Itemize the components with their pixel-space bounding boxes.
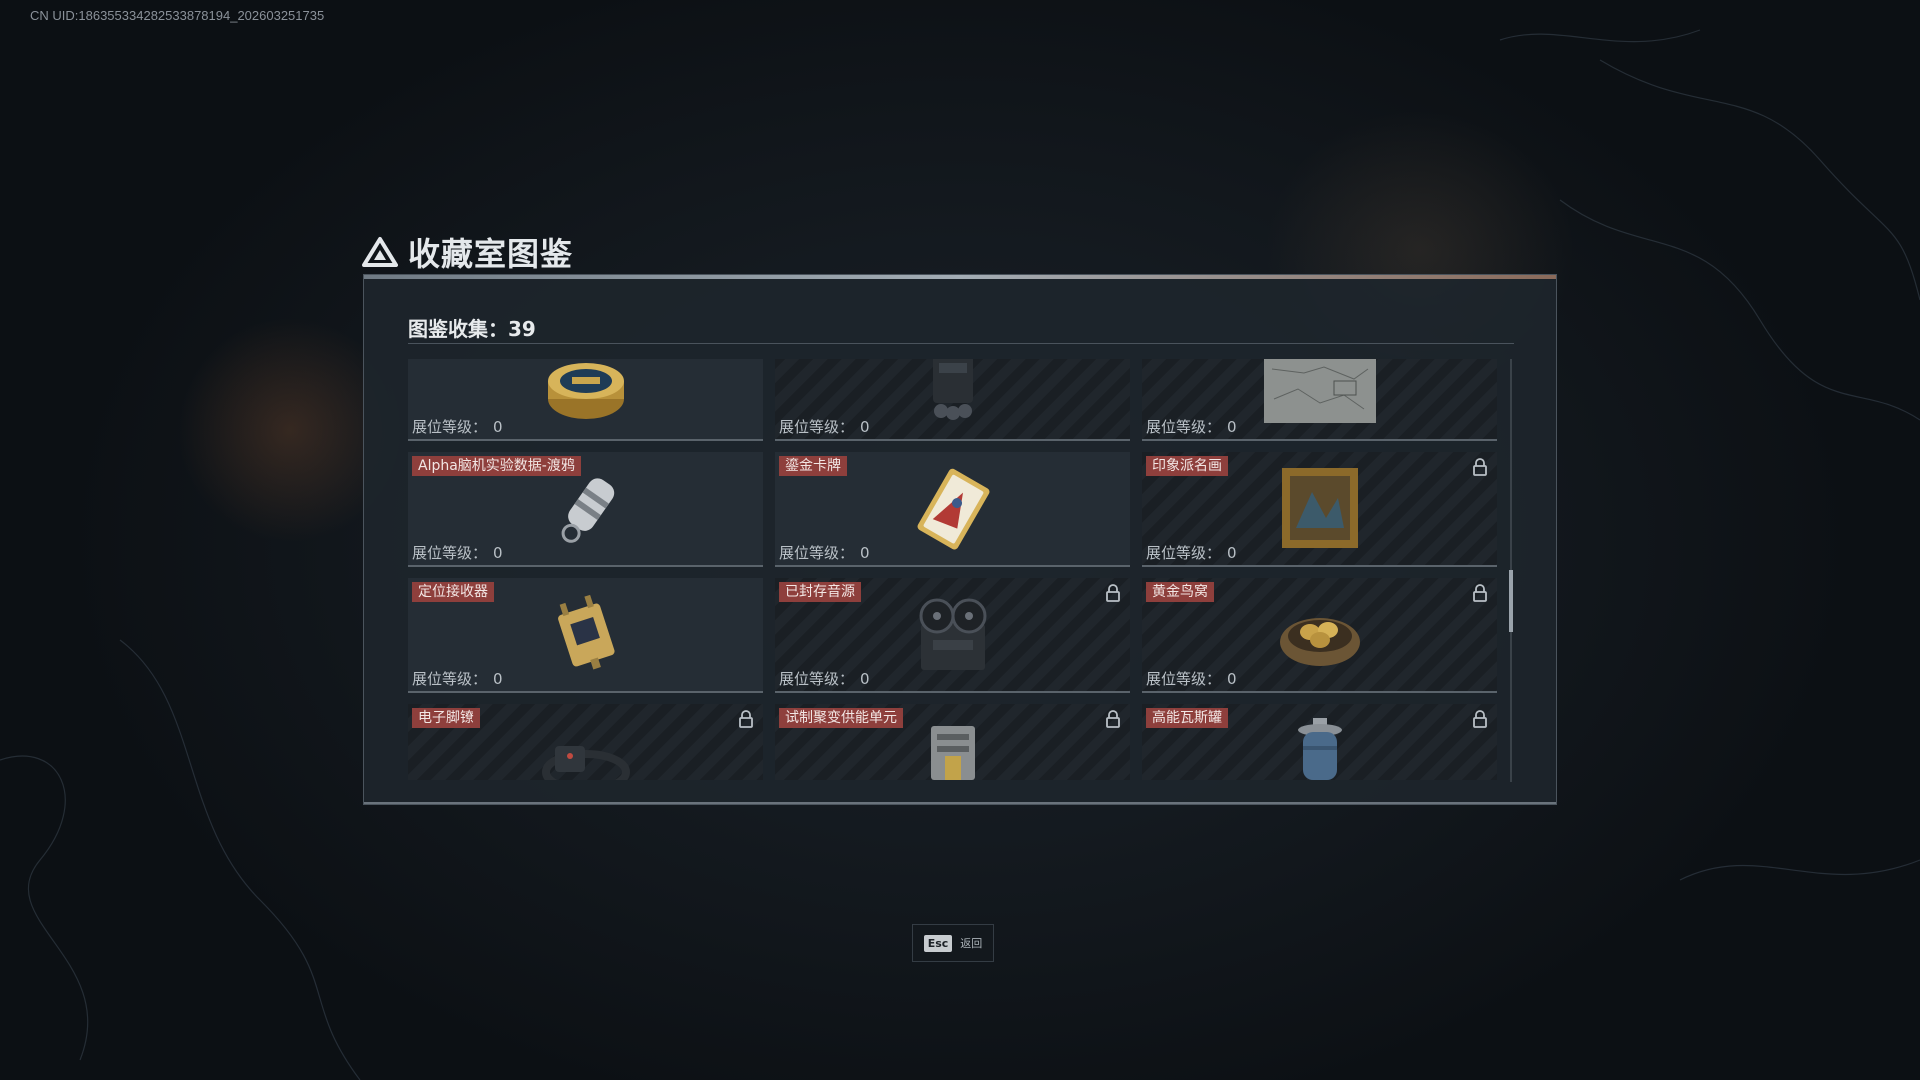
item-card[interactable]: 展位等级： 0 [408, 359, 763, 441]
booth-level: 展位等级： 0 [1146, 542, 1237, 563]
booth-level-value: 0 [1227, 418, 1237, 436]
booth-level-label: 展位等级： [412, 418, 488, 436]
caviar-tin-icon [547, 363, 624, 419]
esc-key-icon: Esc [923, 934, 953, 952]
data-capsule-icon [561, 478, 614, 543]
item-grid-viewport[interactable]: 展位等级： 0 展位等级： 0 展位等级： 0 Alpha脑机实验数据-渡鸦 展… [408, 359, 1504, 782]
item-card[interactable]: 鎏金卡牌 展位等级： 0 [775, 452, 1130, 567]
gas-canister-icon [1297, 718, 1342, 780]
page-title: 收藏室图鉴 [408, 235, 574, 273]
item-card[interactable]: 定位接收器 展位等级： 0 [408, 578, 763, 693]
item-card[interactable]: 印象派名画 展位等级： 0 [1142, 452, 1497, 567]
booth-level: 展位等级： 0 [779, 542, 870, 563]
item-card[interactable]: 高能瓦斯罐 [1142, 704, 1497, 780]
lock-icon [1473, 584, 1487, 602]
booth-level: 展位等级： 0 [412, 542, 503, 563]
user-uid-text: CN UID:18635533428253387819​4_2026032517… [30, 8, 325, 23]
map-icon [1263, 359, 1376, 423]
booth-level-label: 展位等级： [1146, 418, 1222, 436]
item-card[interactable]: 展位等级： 0 [775, 359, 1130, 441]
collection-panel: 图鉴收集：39 展位等级： 0 展位等级： 0 展位等级： 0 Alpha脑机实… [363, 274, 1557, 805]
triangle-logo-icon [362, 237, 398, 267]
painting-icon [1281, 468, 1358, 548]
reel-recorder-icon [919, 598, 986, 670]
grid-scrollbar[interactable] [1509, 359, 1513, 782]
booth-level-label: 展位等级： [1146, 670, 1222, 688]
item-card[interactable]: 展位等级： 0 [1142, 359, 1497, 441]
receiver-icon [557, 594, 615, 670]
golden-nest-icon [1279, 618, 1360, 666]
item-grid: 展位等级： 0 展位等级： 0 展位等级： 0 Alpha脑机实验数据-渡鸦 展… [408, 359, 1497, 780]
lock-icon [1106, 584, 1120, 602]
item-name: 黄金鸟窝 [1146, 582, 1214, 602]
booth-level-value: 0 [493, 544, 503, 562]
panel-top-accent [364, 275, 1556, 279]
item-name: 试制聚变供能单元 [779, 708, 903, 728]
item-card[interactable]: 电子脚镣 [408, 704, 763, 780]
gold-card-icon [917, 468, 989, 550]
item-card[interactable]: 试制聚变供能单元 [775, 704, 1130, 780]
booth-level-label: 展位等级： [412, 544, 488, 562]
booth-level-label: 展位等级： [412, 670, 488, 688]
booth-level-label: 展位等级： [779, 418, 855, 436]
item-name: 印象派名画 [1146, 456, 1228, 476]
booth-level-value: 0 [1227, 544, 1237, 562]
collection-count: 图鉴收集：39 [408, 317, 536, 341]
booth-level-label: 展位等级： [779, 544, 855, 562]
item-name: 已封存音源 [779, 582, 861, 602]
booth-level: 展位等级： 0 [779, 416, 870, 437]
booth-level: 展位等级： 0 [779, 668, 870, 689]
booth-level: 展位等级： 0 [1146, 416, 1237, 437]
ankle-monitor-icon [541, 746, 630, 780]
booth-level-value: 0 [1227, 670, 1237, 688]
booth-level: 展位等级： 0 [412, 416, 503, 437]
booth-level-value: 0 [493, 670, 503, 688]
booth-level-label: 展位等级： [1146, 544, 1222, 562]
booth-level-value: 0 [860, 544, 870, 562]
back-button[interactable]: Esc 返回 [912, 924, 994, 962]
booth-level-value: 0 [860, 418, 870, 436]
booth-level-label: 展位等级： [779, 670, 855, 688]
item-card[interactable]: Alpha脑机实验数据-渡鸦 展位等级： 0 [408, 452, 763, 567]
booth-level-value: 0 [860, 670, 870, 688]
booth-level: 展位等级： 0 [1146, 668, 1237, 689]
item-card[interactable]: 黄金鸟窝 展位等级： 0 [1142, 578, 1497, 693]
item-name: 电子脚镣 [412, 708, 480, 728]
lock-icon [1106, 710, 1120, 728]
lock-icon [1473, 710, 1487, 728]
device-icon [932, 359, 973, 420]
panel-bottom-accent [364, 802, 1556, 804]
scrollbar-thumb[interactable] [1509, 570, 1513, 632]
panel-header: 收藏室图鉴 [362, 229, 573, 275]
fusion-unit-icon [930, 726, 975, 780]
item-name: 高能瓦斯罐 [1146, 708, 1228, 728]
item-name: 鎏金卡牌 [779, 456, 847, 476]
booth-level-value: 0 [493, 418, 503, 436]
lock-icon [1473, 458, 1487, 476]
divider [408, 343, 1514, 344]
item-card[interactable]: 已封存音源 展位等级： 0 [775, 578, 1130, 693]
booth-level: 展位等级： 0 [412, 668, 503, 689]
item-name: 定位接收器 [412, 582, 494, 602]
back-label: 返回 [960, 937, 983, 950]
lock-icon [739, 710, 753, 728]
